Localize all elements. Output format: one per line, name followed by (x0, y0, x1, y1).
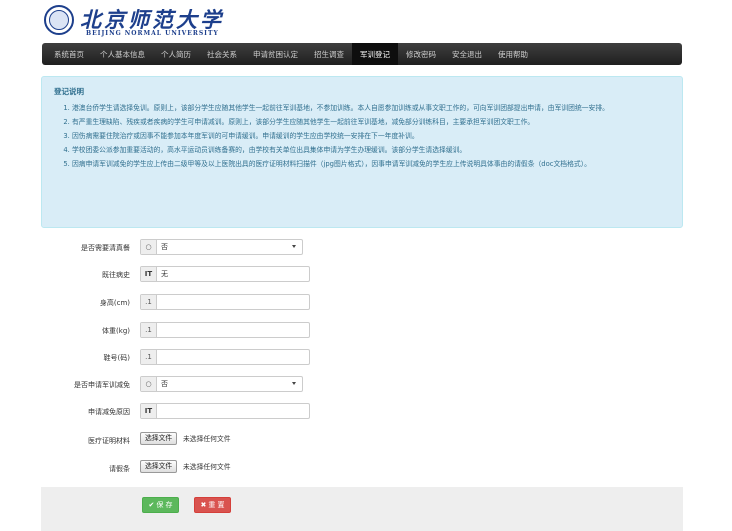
history-input[interactable]: IT 无 (140, 266, 310, 282)
label-medical: 医疗证明材料 (88, 437, 130, 445)
row-medical: 医疗证明材料 选择文件 未选择任何文件 (0, 432, 732, 452)
medical-file-button[interactable]: 选择文件 (140, 432, 178, 445)
text-icon: IT (141, 404, 157, 418)
exempt-value: 否 (161, 380, 168, 388)
nav-resume[interactable]: 个人简历 (153, 43, 199, 65)
label-shoe: 鞋号(码) (103, 354, 130, 362)
logo-english: BEIJING NORMAL UNIVERSITY (86, 30, 219, 37)
row-weight: 体重(kg) .1 (0, 322, 732, 342)
university-seal-icon (44, 5, 74, 35)
height-input[interactable]: .1 (140, 294, 310, 310)
nav-change-password[interactable]: 修改密码 (398, 43, 444, 65)
notice-item: 因病申请军训减免的学生应上传由二级甲等及以上医院出具的医疗证明材料扫描件（jpg… (72, 159, 670, 170)
notice-item: 学校团委公派参加重要活动的，高水平运动员训练备赛的，由学校有关单位出具集体申请为… (72, 145, 670, 156)
notice-title: 登记说明 (54, 87, 84, 96)
notice-item: 因伤病需要住院治疗或因事不能参加本年度军训的可申请缓训。申请缓训的学生应由学校统… (72, 131, 670, 142)
nav-enrollment-survey[interactable]: 招生调查 (306, 43, 352, 65)
label-exempt: 是否申请军训减免 (74, 381, 130, 389)
reset-label: 重 置 (208, 501, 225, 509)
header: 北京师范大学 BEIJING NORMAL UNIVERSITY (0, 0, 732, 42)
row-reason: 申请减免原因 IT (0, 403, 732, 423)
registration-notice: 登记说明 港澳台侨学生请选择免训。原则上，该部分学生应随其他学生一起前往军训基地… (41, 76, 683, 228)
number-icon: .1 (141, 350, 157, 364)
check-icon: ✔ (148, 501, 155, 509)
main-navbar: 系统首页 个人基本信息 个人简历 社会关系 申请贫困认定 招生调查 军训登记 修… (42, 43, 682, 65)
nav-help[interactable]: 使用帮助 (490, 43, 536, 65)
vegetarian-value: 否 (161, 243, 168, 251)
row-exempt: 是否申请军训减免 ○ 否 (0, 376, 732, 396)
nav-home[interactable]: 系统首页 (46, 43, 92, 65)
row-shoe: 鞋号(码) .1 (0, 349, 732, 369)
nav-personal-info[interactable]: 个人基本信息 (92, 43, 153, 65)
label-height: 身高(cm) (99, 299, 130, 307)
save-label: 保 存 (156, 501, 173, 509)
number-icon: .1 (141, 323, 157, 337)
label-reason: 申请减免原因 (88, 408, 130, 416)
number-icon: .1 (141, 295, 157, 309)
row-vegetarian: 是否需要清真餐 ○ 否 (0, 239, 732, 259)
leave-file-status: 未选择任何文件 (183, 463, 231, 471)
chevron-down-icon (292, 245, 296, 248)
notice-item: 港澳台侨学生请选择免训。原则上，该部分学生应随其他学生一起前往军训基地，不参加训… (72, 103, 670, 114)
radio-icon: ○ (141, 240, 157, 254)
vegetarian-select[interactable]: ○ 否 (140, 239, 303, 255)
label-weight: 体重(kg) (102, 327, 130, 335)
chevron-down-icon (292, 382, 296, 385)
notice-list: 港澳台侨学生请选择免训。原则上，该部分学生应随其他学生一起前往军训基地，不参加训… (54, 103, 670, 170)
label-history: 既往病史 (102, 271, 130, 279)
nav-social-relations[interactable]: 社会关系 (199, 43, 245, 65)
shoe-input[interactable]: .1 (140, 349, 310, 365)
leave-file-button[interactable]: 选择文件 (140, 460, 178, 473)
row-height: 身高(cm) .1 (0, 294, 732, 314)
nav-poverty-apply[interactable]: 申请贫困认定 (245, 43, 306, 65)
reset-button[interactable]: ✖ 重 置 (194, 497, 231, 513)
save-button[interactable]: ✔ 保 存 (142, 497, 179, 513)
nav-military-training[interactable]: 军训登记 (352, 43, 398, 65)
weight-input[interactable]: .1 (140, 322, 310, 338)
row-history: 既往病史 IT 无 (0, 266, 732, 286)
form-actions: ✔ 保 存 ✖ 重 置 (41, 487, 683, 531)
nav-logout[interactable]: 安全退出 (444, 43, 490, 65)
label-vegetarian: 是否需要清真餐 (81, 244, 130, 252)
medical-file-status: 未选择任何文件 (183, 435, 231, 443)
text-icon: IT (141, 267, 157, 281)
notice-item: 有严重生理缺陷、残疾或者疾病的学生可申请减训。原则上，该部分学生应随其他学生一起… (72, 117, 670, 128)
radio-icon: ○ (141, 377, 157, 391)
exempt-select[interactable]: ○ 否 (140, 376, 303, 392)
close-icon: ✖ (200, 501, 207, 509)
row-leave: 请假条 选择文件 未选择任何文件 (0, 460, 732, 480)
history-value: 无 (161, 270, 168, 278)
label-leave: 请假条 (109, 465, 130, 473)
reason-input[interactable]: IT (140, 403, 310, 419)
